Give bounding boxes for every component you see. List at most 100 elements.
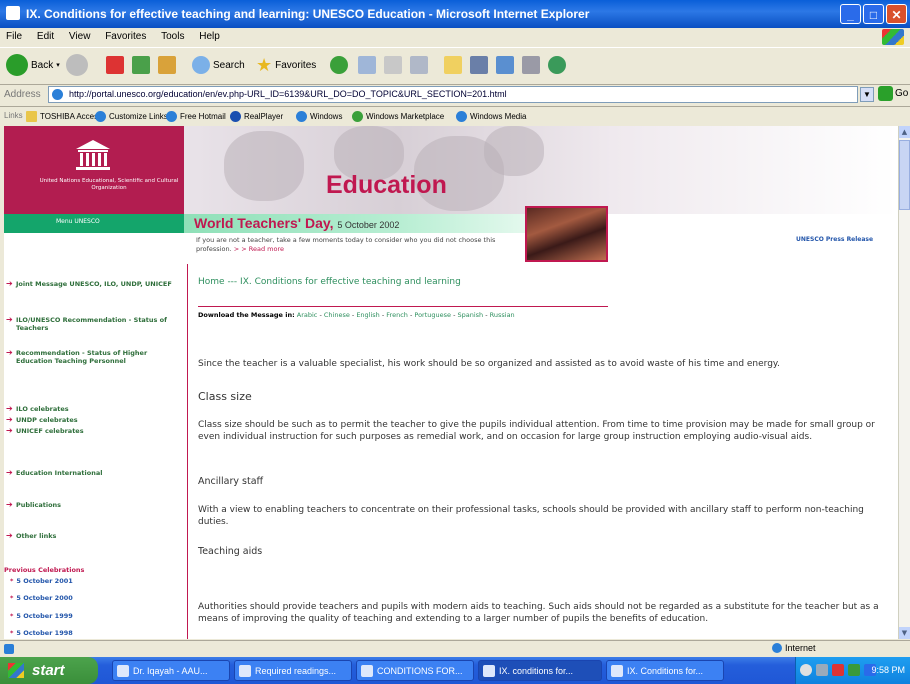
address-dropdown-button[interactable]: ▼ [860, 87, 874, 102]
arrow-icon: ➔ [6, 415, 13, 424]
language-link-chinese[interactable]: Chinese [324, 311, 350, 319]
go-button[interactable]: Go [878, 86, 908, 101]
research-button[interactable] [470, 52, 488, 78]
scroll-down-icon[interactable]: ▼ [899, 627, 910, 639]
read-more-link[interactable]: > > Read more [234, 245, 284, 253]
url-input[interactable]: http://portal.unesco.org/education/en/ev… [48, 86, 858, 103]
language-link-french[interactable]: French [386, 311, 408, 319]
back-arrow-icon [6, 54, 28, 76]
stop-button[interactable] [106, 52, 124, 78]
refresh-button[interactable] [132, 52, 150, 78]
menu-edit[interactable]: Edit [31, 28, 60, 42]
security-alert-icon[interactable] [832, 664, 844, 676]
menu-favorites[interactable]: Favorites [99, 28, 152, 42]
menu-help[interactable]: Help [193, 28, 226, 42]
previous-celebration-link[interactable]: * 5 October 2001 [10, 577, 73, 585]
forward-button[interactable] [66, 52, 88, 78]
word-icon [117, 665, 129, 677]
menu-view[interactable]: View [63, 28, 97, 42]
home-button[interactable] [158, 52, 176, 78]
arrow-icon: ➔ [6, 500, 13, 509]
windows-logo-icon [882, 29, 904, 45]
word-icon [361, 665, 373, 677]
link-windows-marketplace[interactable]: Windows Marketplace [352, 111, 444, 122]
language-link-arabic[interactable]: Arabic [297, 311, 318, 319]
language-link-english[interactable]: English [356, 311, 379, 319]
event-title-text: World Teachers' Day, [194, 215, 334, 231]
link-toshiba-access[interactable]: TOSHIBA Access [26, 111, 102, 122]
stop-icon [106, 56, 124, 74]
sidebar-item-label: ILO celebrates [16, 405, 69, 413]
language-link-russian[interactable]: Russian [490, 311, 515, 319]
page-content: United Nations Educational, Scientific a… [4, 126, 898, 639]
history-icon [330, 56, 348, 74]
title-bar[interactable]: IX. Conditions for effective teaching an… [0, 0, 910, 28]
breadcrumb[interactable]: Home --- IX. Conditions for effective te… [198, 276, 498, 288]
scrollbar-thumb[interactable] [899, 140, 910, 210]
ie-page-icon [611, 665, 623, 677]
bullet-icon: * [10, 629, 14, 637]
link-windows-media[interactable]: Windows Media [456, 111, 526, 122]
search-button[interactable]: Search [192, 52, 245, 78]
messenger-button[interactable] [496, 52, 514, 78]
previous-celebration-link[interactable]: * 5 October 2000 [10, 594, 73, 602]
favorites-button[interactable]: ★ Favorites [256, 52, 316, 78]
link-customize-links[interactable]: Customize Links [95, 111, 168, 122]
link-windows[interactable]: Windows [296, 111, 342, 122]
ie-page-icon [95, 111, 106, 122]
mail-button[interactable] [358, 52, 376, 78]
event-intro: If you are not a teacher, take a few mom… [196, 236, 496, 254]
taskbar-item-active[interactable]: IX. conditions for... [478, 660, 602, 681]
taskbar-item[interactable]: Required readings... [234, 660, 352, 681]
start-button[interactable]: start [0, 657, 98, 684]
go-label: Go [895, 88, 909, 99]
folder-button[interactable] [444, 52, 462, 78]
sidebar-item-label: Other links [16, 532, 57, 540]
menu-tools[interactable]: Tools [155, 28, 190, 42]
forward-arrow-icon [66, 54, 88, 76]
face-image [224, 131, 304, 201]
previous-celebration-link[interactable]: * 5 October 1998 [10, 629, 73, 637]
link-free-hotmail[interactable]: Free Hotmail [166, 111, 226, 122]
link-realplayer[interactable]: RealPlayer [230, 111, 283, 122]
menu-file[interactable]: File [0, 28, 28, 42]
monitor-icon[interactable] [816, 664, 828, 676]
research-icon [470, 56, 488, 74]
banner-faces-image [184, 126, 898, 214]
messenger-icon [496, 56, 514, 74]
favorites-label: Favorites [275, 59, 317, 71]
home-icon [158, 56, 176, 74]
link-label: Windows Marketplace [366, 112, 445, 121]
edit-button[interactable] [410, 52, 428, 78]
language-link-portuguese[interactable]: Portuguese [414, 311, 451, 319]
history-button[interactable] [330, 52, 348, 78]
close-button[interactable]: ✕ [886, 4, 907, 24]
update-icon[interactable] [848, 664, 860, 676]
back-button[interactable]: Back ▾ [6, 52, 60, 78]
discuss-button[interactable] [522, 52, 540, 78]
maximize-button[interactable]: □ [863, 4, 884, 24]
print-button[interactable] [384, 52, 402, 78]
taskbar-item[interactable]: Dr. Iqayah - AAU... [112, 660, 230, 681]
folder-icon [444, 56, 462, 74]
link-label: Windows Media [470, 112, 527, 121]
section-heading-class-size: Class size [198, 390, 252, 403]
page-done-icon [4, 644, 14, 654]
press-release-link[interactable]: UNESCO Press Release [796, 236, 873, 243]
menu-bar: File Edit View Favorites Tools Help [0, 28, 910, 46]
previous-celebration-link[interactable]: * 5 October 1999 [10, 612, 73, 620]
windows-logo-icon [8, 663, 24, 678]
previous-celebration-label: 5 October 2001 [16, 577, 73, 585]
scroll-up-icon[interactable]: ▲ [899, 126, 910, 138]
taskbar-item[interactable]: CONDITIONS FOR... [356, 660, 474, 681]
msn-button[interactable] [548, 52, 566, 78]
paragraph-teaching-aids: Authorities should provide teachers and … [198, 602, 879, 624]
previous-celebration-label: 5 October 1999 [16, 612, 73, 620]
taskbar-item[interactable]: IX. Conditions for... [606, 660, 724, 681]
language-link-spanish[interactable]: Spanish [458, 311, 484, 319]
minimize-button[interactable]: _ [840, 4, 861, 24]
sidebar-item-label: Recommendation - Status of Higher Educat… [16, 349, 148, 365]
network-icon[interactable] [800, 664, 812, 676]
menu-unesco-link[interactable]: Menu UNESCO [56, 218, 100, 225]
vertical-scrollbar[interactable]: ▲ ▼ [898, 126, 910, 639]
